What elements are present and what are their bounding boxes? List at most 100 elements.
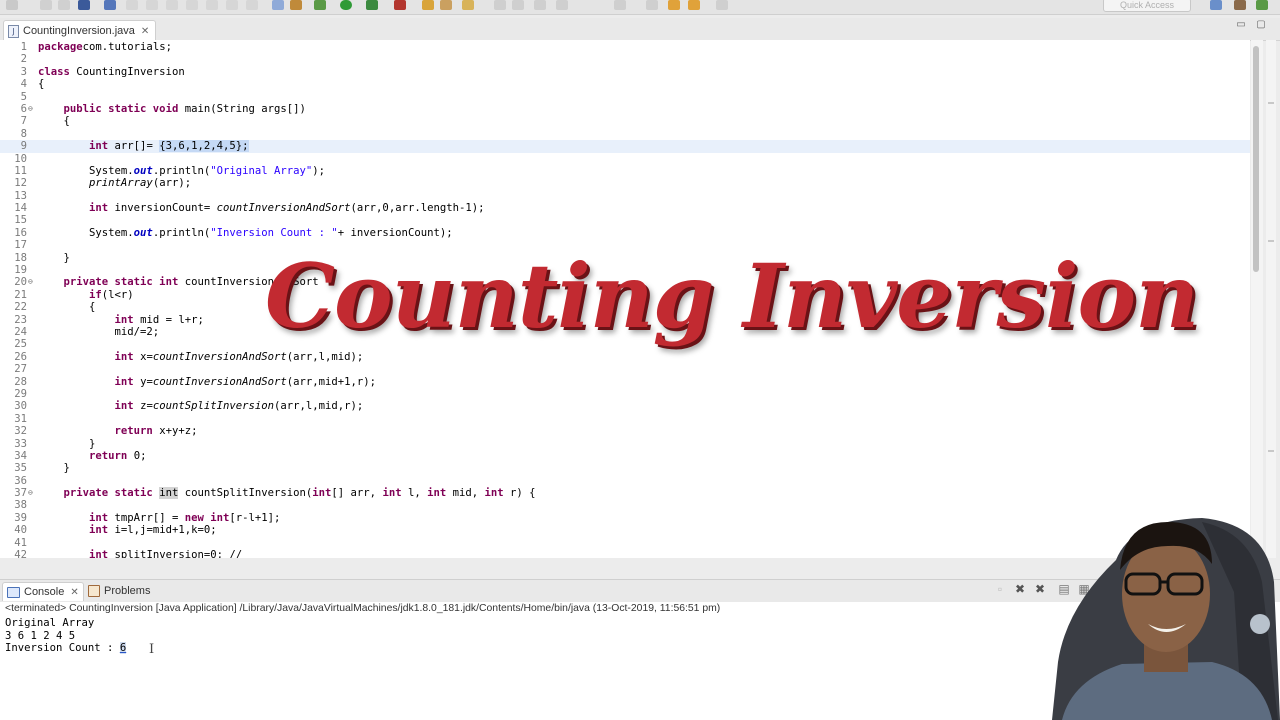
code-line[interactable]: 8 <box>0 128 1250 140</box>
line-number: 11 <box>14 164 27 177</box>
code-line[interactable]: 26 int x=countInversionAndSort(arr,l,mid… <box>0 351 1250 363</box>
use-step-filters-icon[interactable] <box>226 0 238 10</box>
code-line[interactable]: 6 ⊖ public static void main(String args[]… <box>0 103 1250 115</box>
annotation-next-icon[interactable] <box>494 0 506 10</box>
code-line[interactable]: 10 <box>0 153 1250 165</box>
new-icon[interactable] <box>6 0 18 10</box>
close-icon[interactable]: ✕ <box>70 587 78 598</box>
run-coverage-icon[interactable] <box>366 0 378 10</box>
line-number: 18 <box>14 251 27 264</box>
code-token: return <box>114 425 153 438</box>
code-line[interactable]: 7 { <box>0 115 1250 127</box>
fold-collapse-icon[interactable]: ⊖ <box>28 276 36 288</box>
nav-forward-icon[interactable] <box>716 0 728 10</box>
step-return-icon[interactable] <box>186 0 198 10</box>
code-line[interactable]: 31 <box>0 413 1250 425</box>
code-token: mid/=2; <box>38 325 160 338</box>
drop-frame-icon[interactable] <box>206 0 218 10</box>
remove-all-terminated-icon[interactable]: ✖ <box>1034 583 1046 595</box>
save-icon[interactable] <box>40 0 52 10</box>
java-perspective-icon[interactable] <box>1234 0 1246 10</box>
code-line[interactable]: 32 return x+y+z; <box>0 425 1250 437</box>
close-icon[interactable]: ✕ <box>141 26 149 37</box>
fold-collapse-icon[interactable]: ⊖ <box>28 103 36 115</box>
scrollbar-thumb[interactable] <box>1253 46 1259 272</box>
code-line[interactable]: 37 ⊖ private static int countSplitInversi… <box>0 487 1250 500</box>
pin-icon[interactable] <box>534 0 546 10</box>
code-line[interactable]: 36 <box>0 475 1250 487</box>
print-icon[interactable] <box>58 0 70 10</box>
tab-console[interactable]: Console ✕ <box>2 582 84 601</box>
code-token: (arr); <box>152 177 192 190</box>
code-line[interactable]: 11 System.out.println("Original Array"); <box>0 165 1250 177</box>
maximize-icon[interactable]: ▢ <box>1256 20 1266 30</box>
tab-counting-inversion-java[interactable]: J CountingInversion.java ✕ <box>3 20 157 41</box>
search-tool-icon[interactable] <box>462 0 474 10</box>
code-line[interactable]: 9 int arr[]= {3,6,1,2,4,5}; <box>0 140 1250 153</box>
step-over-icon[interactable] <box>166 0 178 10</box>
code-text: packagecom.tutorials; <box>38 41 172 53</box>
forward-icon[interactable] <box>688 0 700 10</box>
code-line[interactable]: 3 class CountingInversion <box>0 66 1250 78</box>
code-token: private static <box>63 487 160 500</box>
code-line[interactable]: 12 printArray(arr); <box>0 177 1250 189</box>
search-icon[interactable] <box>104 0 116 10</box>
code-line[interactable]: 30 int z=countSplitInversion(arr,l,mid,r… <box>0 400 1250 412</box>
line-number: 23 <box>14 313 27 326</box>
code-token: class <box>38 65 70 78</box>
code-token: int <box>159 487 179 500</box>
open-task-icon[interactable] <box>440 0 452 10</box>
code-line[interactable]: 2 <box>0 53 1250 65</box>
code-line[interactable]: 27 <box>0 363 1250 375</box>
code-token: printArray <box>89 177 153 190</box>
code-line[interactable]: 13 <box>0 190 1250 202</box>
code-line[interactable]: 16 System.out.println("Inversion Count :… <box>0 227 1250 239</box>
history-icon[interactable] <box>614 0 626 10</box>
code-token: countInversionAndSort <box>152 375 287 388</box>
code-line[interactable]: 1 packagecom.tutorials; <box>0 41 1250 53</box>
run-icon[interactable] <box>340 0 352 10</box>
open-perspective-icon[interactable] <box>1210 0 1222 10</box>
open-type-icon[interactable] <box>422 0 434 10</box>
filter-icon[interactable] <box>272 0 284 10</box>
code-line[interactable]: 33 } <box>0 438 1250 450</box>
code-line[interactable]: 35 } <box>0 462 1250 474</box>
editor-vertical-scrollbar[interactable] <box>1251 40 1263 558</box>
code-line[interactable]: 14 int inversionCount= countInversionAnd… <box>0 202 1250 214</box>
step-icon[interactable] <box>146 0 158 10</box>
code-token: int <box>382 487 402 500</box>
switch-icon[interactable] <box>646 0 658 10</box>
code-line[interactable]: 15 <box>0 214 1250 226</box>
annotation-prev-icon[interactable] <box>512 0 524 10</box>
code-line[interactable]: 34 return 0; <box>0 450 1250 462</box>
debug-perspective-icon[interactable] <box>1256 0 1268 10</box>
ruler-marker[interactable] <box>1268 450 1274 452</box>
ruler-marker[interactable] <box>1268 240 1274 242</box>
code-text: mid/=2; <box>38 325 160 338</box>
code-text: class CountingInversion <box>38 66 185 78</box>
ruler-marker[interactable] <box>1268 102 1274 104</box>
debug-icon[interactable] <box>290 0 302 10</box>
code-token: countInversionAndSort <box>216 202 351 215</box>
minimize-icon[interactable]: ▭ <box>1236 20 1246 30</box>
back-icon[interactable] <box>668 0 680 10</box>
code-line[interactable]: 28 int y=countInversionAndSort(arr,mid+1… <box>0 376 1250 388</box>
terminate-icon[interactable]: ✖ <box>1014 583 1026 595</box>
code-line[interactable]: 38 <box>0 499 1250 511</box>
code-line[interactable]: 4{ <box>0 78 1250 90</box>
overview-ruler[interactable] <box>1266 40 1276 558</box>
toggle-icon[interactable] <box>246 0 258 10</box>
fold-collapse-icon[interactable]: ⊖ <box>28 487 36 499</box>
code-token: if <box>89 288 102 301</box>
code-line[interactable]: 29 <box>0 388 1250 400</box>
last-edit-icon[interactable] <box>556 0 568 10</box>
quick-access-input[interactable]: Quick Access <box>1103 0 1191 12</box>
tab-problems[interactable]: Problems <box>84 582 154 600</box>
code-line[interactable]: 5 <box>0 91 1250 103</box>
clear-console-icon[interactable]: ▫ <box>994 583 1006 595</box>
external-tools-icon[interactable] <box>394 0 406 10</box>
terminal-icon[interactable] <box>78 0 90 10</box>
skip-icon[interactable] <box>126 0 138 10</box>
bug-icon[interactable] <box>314 0 326 10</box>
